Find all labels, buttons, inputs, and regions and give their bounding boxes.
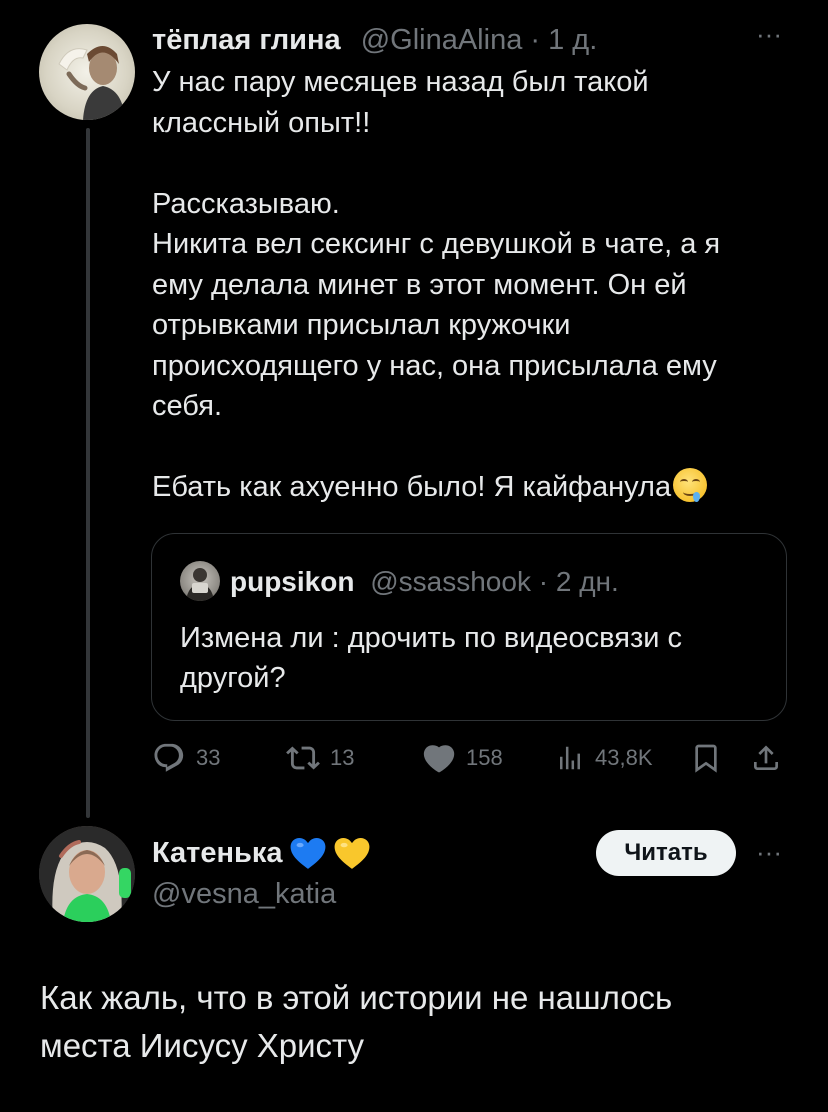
reply-count: 33: [196, 745, 221, 770]
quoted-tweet-card[interactable]: pupsikon @ssasshook · 2 дн. Измена ли : …: [151, 533, 787, 721]
bookmark-icon: [695, 744, 717, 773]
more-dots-icon[interactable]: ···: [752, 21, 786, 50]
tweet-header: тёплая глина @GlinaAlina · 1 д.: [152, 22, 597, 58]
like-icon: [423, 745, 455, 773]
author-avatar[interactable]: [39, 24, 135, 120]
reply-avatar-photo: [39, 826, 135, 922]
like-count: 158: [466, 745, 503, 770]
quote-header: pupsikon @ssasshook · 2 дн.: [230, 564, 619, 600]
quote-author-handle: @ssasshook: [370, 566, 531, 597]
retweet-icon: [286, 746, 320, 770]
author-display-name[interactable]: тёплая глина: [152, 24, 341, 56]
reply-body: Как жаль, что в этой истории не нашлось …: [40, 979, 673, 1064]
views-button[interactable]: 43,8K: [555, 738, 653, 778]
reply-author-avatar[interactable]: [39, 826, 135, 922]
quote-avatar-photo: [186, 568, 214, 601]
like-button[interactable]: 158: [422, 738, 503, 778]
retweet-count: 13: [330, 745, 355, 770]
avatar-photo: [58, 46, 125, 120]
more-dots-icon[interactable]: ···: [752, 839, 786, 868]
reply-button[interactable]: 33: [152, 738, 220, 778]
reply-author-name-row: Катенька: [152, 834, 371, 872]
share-icon: [754, 745, 778, 770]
tweet-age[interactable]: · 1 д.: [530, 24, 597, 56]
views-icon: [560, 746, 580, 770]
quote-age: · 2 дн.: [538, 566, 619, 597]
author-handle[interactable]: @GlinaAlina: [361, 24, 523, 56]
follow-button[interactable]: Читать: [596, 830, 736, 876]
reply-author-handle[interactable]: @vesna_katia: [152, 876, 336, 912]
quote-author-display-name: pupsikon: [230, 566, 355, 597]
reply-author-display-name[interactable]: Катенька: [152, 834, 283, 872]
drooling-face-emoji: [673, 468, 708, 502]
tweet-body: У нас пару месяцев назад был такой класс…: [152, 62, 802, 508]
tweet-text: У нас пару месяцев назад был такой класс…: [152, 66, 721, 503]
blue-heart-emoji: [290, 837, 325, 869]
bookmark-button[interactable]: [690, 738, 722, 778]
quote-author-avatar: [180, 561, 220, 601]
retweet-button[interactable]: 13: [286, 738, 354, 778]
views-count: 43,8K: [595, 745, 653, 770]
yellow-heart-emoji: [334, 837, 369, 869]
thread-connector-line: [86, 128, 90, 818]
quote-body: Измена ли : дрочить по видеосвязи с друг…: [180, 622, 683, 694]
share-button[interactable]: [750, 738, 782, 778]
reply-icon: [154, 743, 184, 772]
